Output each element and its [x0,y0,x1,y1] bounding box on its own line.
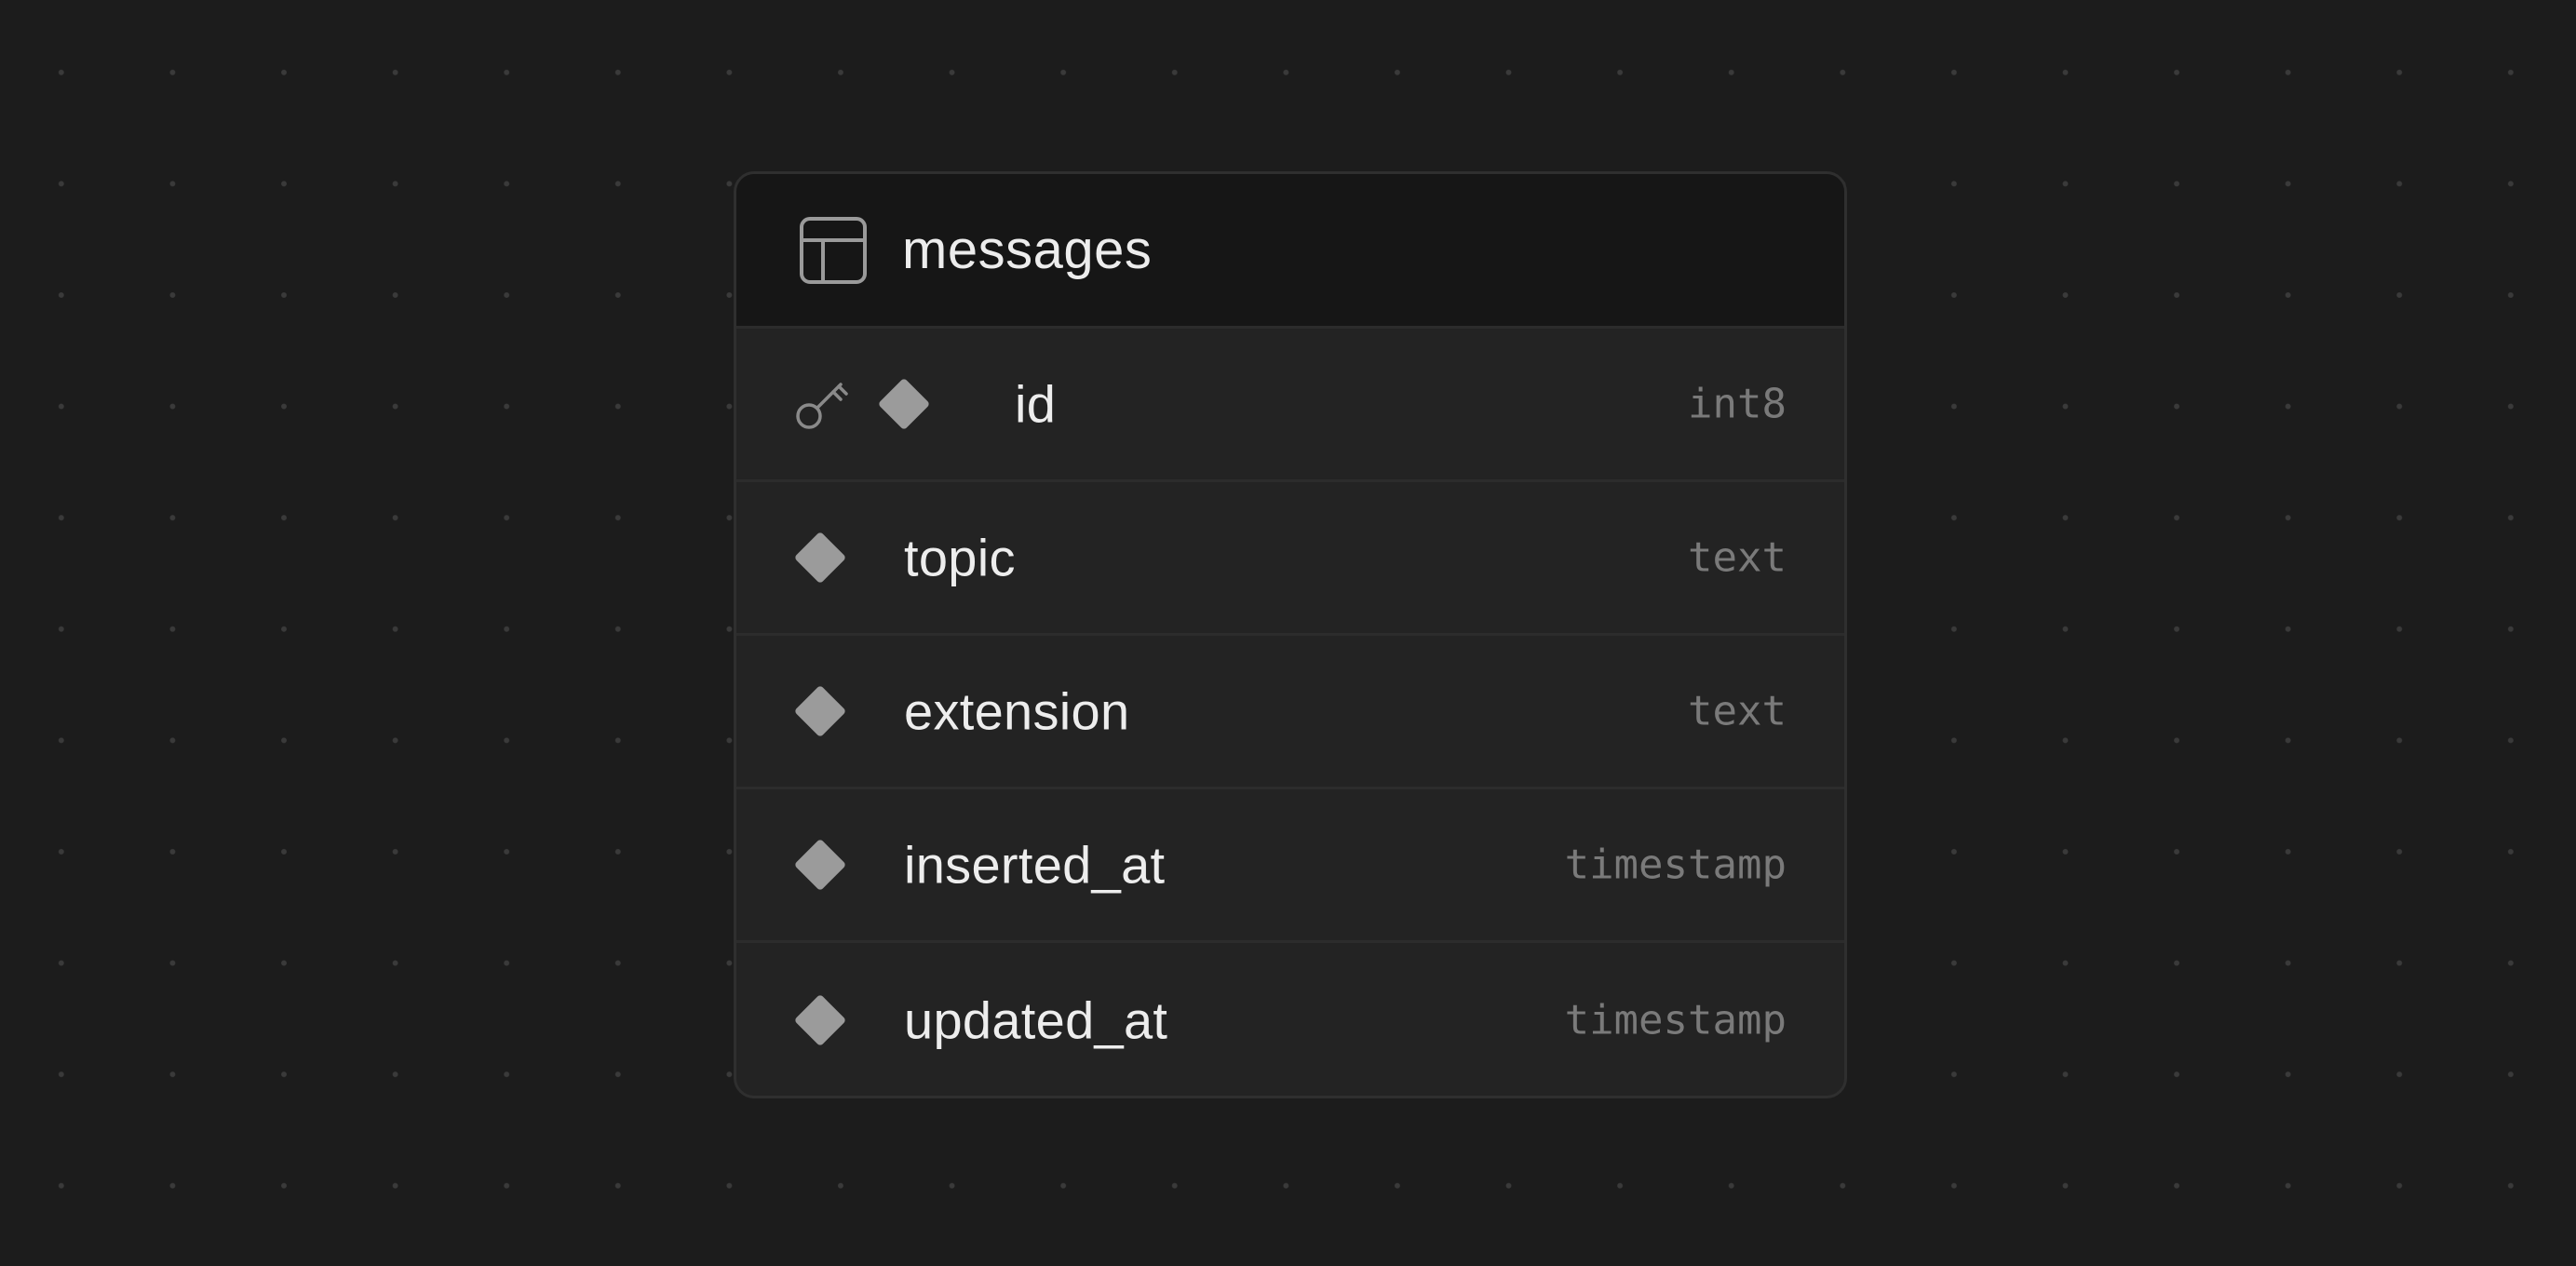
column-diamond-icon [793,531,847,585]
table-name: messages [902,220,1153,280]
column-name: topic [904,528,1016,587]
column-name: extension [904,681,1130,741]
column-name: updated_at [904,990,1168,1049]
table-icon [798,215,869,286]
column-type: text [1688,687,1787,735]
table-node-messages[interactable]: messages id int8 topic text extension te… [734,171,1847,1098]
column-row-topic[interactable]: topic text [736,482,1844,636]
column-row-updated-at[interactable]: updated_at timestamp [736,943,1844,1096]
column-row-inserted-at[interactable]: inserted_at timestamp [736,789,1844,943]
schema-canvas: messages id int8 topic text extension te… [0,0,2576,1266]
column-type: timestamp [1564,841,1787,889]
table-header[interactable]: messages [736,174,1844,329]
column-diamond-icon [877,377,931,431]
column-diamond-icon [793,838,847,892]
column-name: inserted_at [904,835,1166,895]
column-diamond-icon [793,684,847,738]
column-type: timestamp [1564,996,1787,1044]
column-name: id [1015,374,1057,434]
column-diamond-icon [793,993,847,1046]
column-row-extension[interactable]: extension text [736,636,1844,789]
column-row-id[interactable]: id int8 [736,329,1844,482]
primary-key-icon [792,373,854,435]
column-type: text [1688,533,1787,582]
column-type: int8 [1688,380,1787,428]
